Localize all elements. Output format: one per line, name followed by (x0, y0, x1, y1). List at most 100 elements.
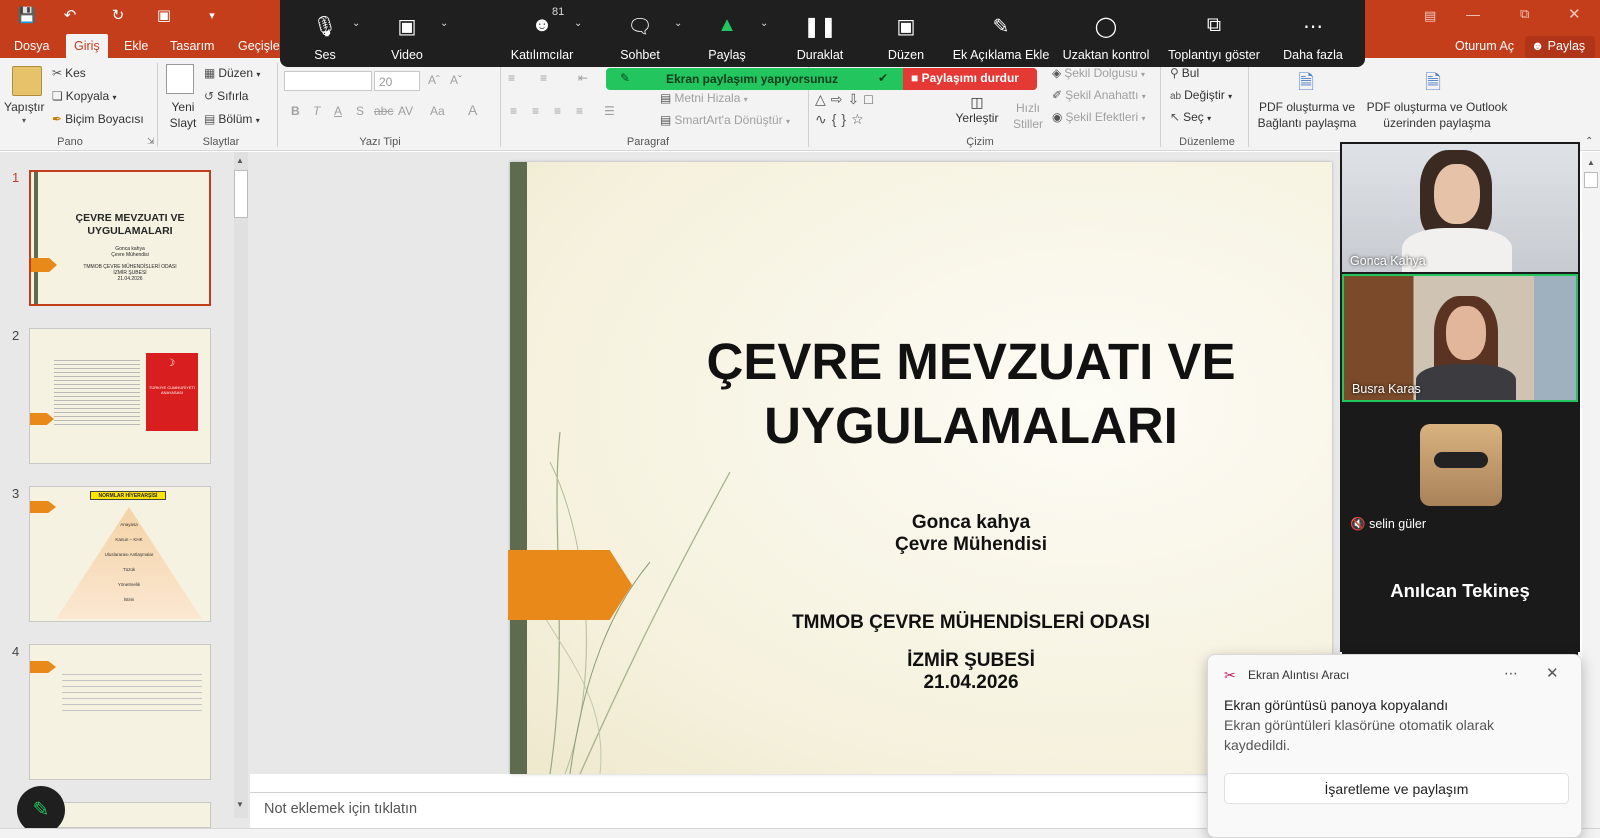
annotate-floating-button[interactable]: ✎ (17, 786, 65, 834)
sign-in-link[interactable]: Oturum Aç (1455, 39, 1514, 53)
tab-giris[interactable]: Giriş (66, 34, 108, 58)
share-options-chevron-icon[interactable]: ⌄ (760, 18, 768, 29)
strikethrough-icon[interactable]: abc (374, 104, 393, 118)
layout-button[interactable]: ▦ Düzen ▾ (204, 66, 260, 80)
video-tile-3[interactable]: 🔇 selin güler (1342, 408, 1578, 536)
pdf-outlook-share-button[interactable]: PDF oluşturma ve Outlook üzerinden payla… (1364, 99, 1510, 131)
participants-options-chevron-icon[interactable]: ⌄ (574, 18, 582, 29)
tab-dosya[interactable]: Dosya (14, 39, 49, 53)
restore-icon[interactable]: ⧉ (1520, 6, 1529, 22)
snipping-tool-notification[interactable]: ✂ Ekran Alıntısı Aracı ⋯ ✕ Ekran görüntü… (1207, 654, 1582, 838)
video-options-chevron-icon[interactable]: ⌄ (440, 18, 448, 29)
video-tile-2-active-speaker[interactable]: Busra Karas (1342, 274, 1578, 402)
grow-font-icon[interactable]: Aˆ (428, 73, 440, 87)
decrease-indent-icon[interactable]: ⇤ (578, 71, 588, 85)
show-meeting-button[interactable]: ⧉ Toplantıyı göster (1164, 0, 1264, 67)
collapse-ribbon-icon[interactable]: ⌃ (1585, 136, 1593, 147)
slide-title[interactable]: ÇEVRE MEVZUATI VE UYGULAMALARI (610, 330, 1332, 458)
align-left-icon[interactable]: ≡ (510, 104, 517, 118)
thumbnail-scrollbar[interactable]: ▲ ▼ (234, 152, 248, 818)
dialog-launcher-icon[interactable]: ⇲ (147, 136, 155, 147)
customize-quick-access-icon[interactable]: ▾ (200, 9, 224, 22)
undo-icon[interactable]: ↶ (58, 6, 82, 24)
font-color-icon[interactable]: A (468, 102, 477, 118)
video-tile-1[interactable]: Gonca Kahya (1342, 144, 1578, 272)
markup-share-button[interactable]: İşaretleme ve paylaşım (1224, 773, 1569, 804)
new-slide-button[interactable]: Yeni Slayt (168, 99, 198, 131)
cut-button[interactable]: ✂ Kes (52, 66, 86, 80)
shape-outline-button[interactable]: ✐ Şekil Anahattı ▾ (1052, 88, 1146, 102)
redo-icon[interactable]: ↻ (106, 6, 130, 24)
align-right-icon[interactable]: ≡ (554, 104, 561, 118)
replace-button[interactable]: ab Değiştir ▾ (1170, 88, 1232, 102)
find-button[interactable]: ⚲ Bul (1170, 66, 1199, 80)
align-center-icon[interactable]: ≡ (532, 104, 539, 118)
slide-thumbnail-4[interactable] (29, 644, 211, 780)
participants-button[interactable]: ☻ 81 Katılımcılar (488, 0, 596, 67)
share-button[interactable]: ☻ Paylaş (1525, 36, 1595, 58)
underline-icon[interactable]: A (334, 104, 342, 118)
scroll-up-icon[interactable]: ▲ (1587, 158, 1595, 167)
tab-ekle[interactable]: Ekle (124, 39, 148, 53)
shadow-icon[interactable]: S (356, 104, 364, 118)
slide-subtitle[interactable]: Gonca kahya Çevre Mühendisi (610, 512, 1332, 556)
scroll-thumb[interactable] (1584, 172, 1598, 188)
chevron-down-icon[interactable]: ▾ (22, 116, 26, 125)
font-size-combobox[interactable]: 20 (374, 71, 420, 91)
shape-effects-button[interactable]: ◉ Şekil Efektleri ▾ (1052, 110, 1146, 124)
font-name-combobox[interactable] (284, 71, 372, 91)
annotate-button[interactable]: ✎ Ek Açıklama Ekle (950, 0, 1052, 67)
slide-thumbnail-1[interactable]: ÇEVRE MEVZUATI VE UYGULAMALARI Gonca kah… (29, 170, 211, 306)
layout-button-zoom[interactable]: ▣ Düzen (866, 0, 946, 67)
change-case-icon[interactable]: Aa (430, 104, 445, 118)
shape-fill-button[interactable]: ◈ Şekil Dolgusu ▾ (1052, 66, 1145, 80)
justify-icon[interactable]: ≡ (576, 104, 583, 118)
slide-thumbnail-2[interactable]: ☽ TÜRKİYE CUMHURİYETİ ANAYASASI (29, 328, 211, 464)
ribbon-display-icon[interactable]: ▤ (1424, 8, 1436, 24)
close-window-icon[interactable]: ✕ (1568, 5, 1581, 23)
editor-scrollbar[interactable]: ▲ (1582, 152, 1600, 828)
char-spacing-icon[interactable]: AV (398, 104, 413, 118)
video-button[interactable]: ▣ Video (380, 0, 434, 67)
align-text-button[interactable]: ▤ Metni Hizala ▾ (660, 91, 748, 105)
save-icon[interactable]: 💾 (15, 6, 39, 24)
bold-icon[interactable]: B (291, 104, 300, 118)
copy-button[interactable]: ❏ Kopyala ▾ (52, 89, 117, 103)
scroll-down-icon[interactable]: ▼ (236, 800, 244, 809)
remote-control-button[interactable]: ◯ Uzaktan kontrol (1056, 0, 1156, 67)
shapes-gallery[interactable]: △⇨⇩□ ∿{}☆ (815, 89, 945, 129)
minimize-icon[interactable]: — (1466, 6, 1480, 22)
columns-icon[interactable]: ☰ (604, 104, 615, 118)
more-options-icon[interactable]: ⋯ (1504, 665, 1518, 682)
arrange-button[interactable]: ◫ Yerleştir (954, 94, 1000, 134)
tab-gecisler[interactable]: Geçişler (238, 39, 284, 53)
numbering-icon[interactable]: ≡ (540, 71, 547, 85)
video-tile-4[interactable]: Anılcan Tekineş (1342, 540, 1578, 668)
shrink-font-icon[interactable]: Aˇ (450, 73, 462, 87)
paste-button[interactable]: Yapıştır (4, 100, 44, 114)
share-screen-button[interactable]: ▲ Paylaş (692, 0, 762, 67)
notes-pane[interactable]: Not eklemek için tıklatın (250, 792, 1340, 828)
audio-button[interactable]: 🎙 Ses (298, 0, 352, 67)
convert-smartart-button[interactable]: ▤ SmartArt'a Dönüştür ▾ (660, 113, 790, 127)
reset-button[interactable]: ↺ Sıfırla (204, 89, 248, 103)
stop-sharing-button[interactable]: ■ Paylaşımı durdur (903, 68, 1037, 90)
scroll-thumb[interactable] (234, 170, 248, 218)
present-icon[interactable]: ▣ (152, 6, 176, 24)
section-button[interactable]: ▤ Bölüm ▾ (204, 112, 260, 126)
chat-button[interactable]: 🗨 Sohbet (600, 0, 680, 67)
audio-options-chevron-icon[interactable]: ⌄ (352, 18, 360, 29)
select-button[interactable]: ↖ Seç ▾ (1170, 110, 1211, 124)
pause-share-button[interactable]: ❚❚ Duraklat (780, 0, 860, 67)
quick-styles-button[interactable]: Hızlı Stiller (1006, 100, 1050, 132)
chat-options-chevron-icon[interactable]: ⌄ (674, 18, 682, 29)
scroll-up-icon[interactable]: ▲ (236, 156, 244, 165)
tab-tasarim[interactable]: Tasarım (170, 39, 214, 53)
more-button[interactable]: ⋯ Daha fazla (1276, 0, 1350, 67)
italic-icon[interactable]: T (313, 104, 320, 118)
pdf-link-share-button[interactable]: PDF oluşturma ve Bağlantı paylaşma (1254, 99, 1360, 131)
close-icon[interactable]: ✕ (1546, 664, 1559, 682)
slide-thumbnail-3[interactable]: NORMLAR HİYERARŞİSİ Anayasa Kanun – KHK … (29, 486, 211, 622)
format-painter-button[interactable]: ✒ Biçim Boyacısı (52, 112, 144, 126)
bullets-icon[interactable]: ≡ (508, 71, 515, 85)
